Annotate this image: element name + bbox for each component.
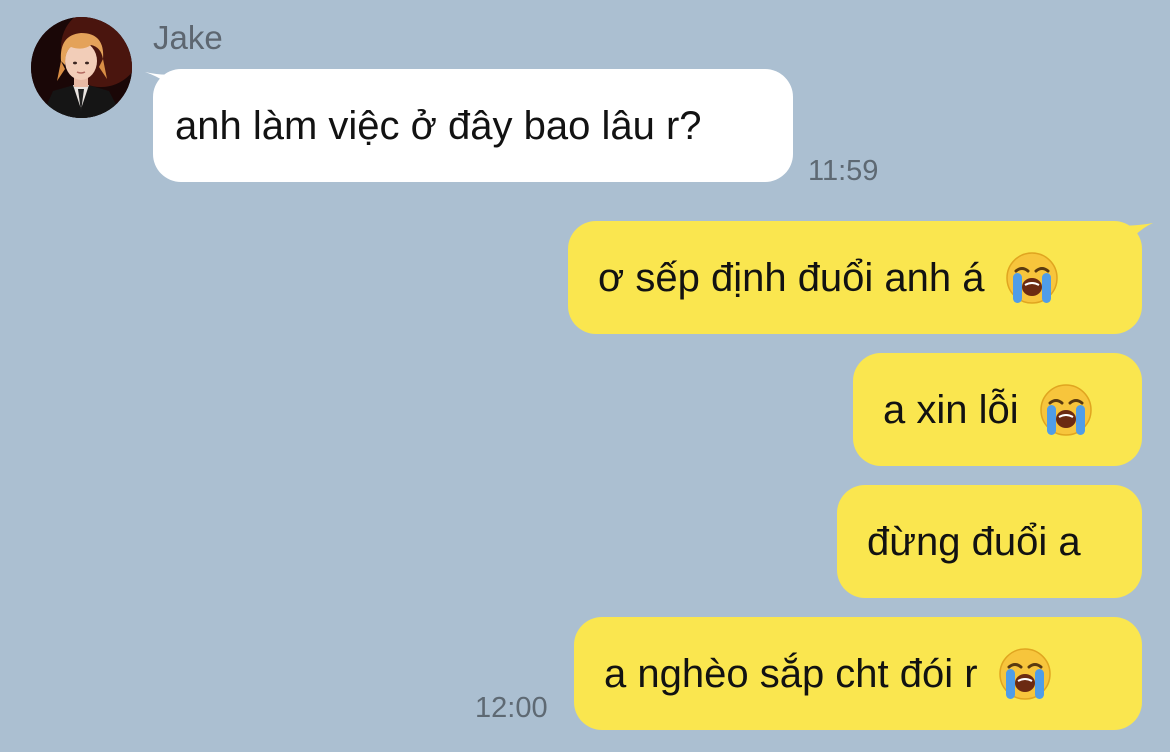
message-bubble-outgoing[interactable]: a nghèo sắp cht đói r	[574, 617, 1142, 730]
sender-name: Jake	[153, 19, 223, 56]
chat-thread: Jake anh làm việc ở đây bao lâu r? 11:59…	[0, 0, 1170, 752]
message-bubble-incoming[interactable]: anh làm việc ở đây bao lâu r?	[153, 69, 793, 182]
message-timestamp: 12:00	[475, 692, 548, 724]
loudly-crying-face-icon	[1005, 251, 1059, 305]
contact-avatar[interactable]	[31, 17, 132, 118]
message-bubble-outgoing[interactable]: ơ sếp định đuổi anh á	[568, 221, 1142, 334]
message-bubble-outgoing[interactable]: a xin lỗi	[853, 353, 1142, 466]
message-text: a nghèo sắp cht đói r	[604, 651, 978, 696]
message-text: anh làm việc ở đây bao lâu r?	[175, 103, 702, 148]
avatar-photo	[31, 17, 132, 118]
loudly-crying-face-icon	[998, 647, 1052, 701]
message-bubble-outgoing[interactable]: đừng đuổi a	[837, 485, 1142, 598]
message-text: ơ sếp định đuổi anh á	[598, 255, 985, 300]
loudly-crying-face-icon	[1039, 383, 1093, 437]
message-timestamp: 11:59	[808, 155, 879, 187]
message-text: đừng đuổi a	[867, 519, 1081, 564]
message-text: a xin lỗi	[883, 387, 1019, 432]
